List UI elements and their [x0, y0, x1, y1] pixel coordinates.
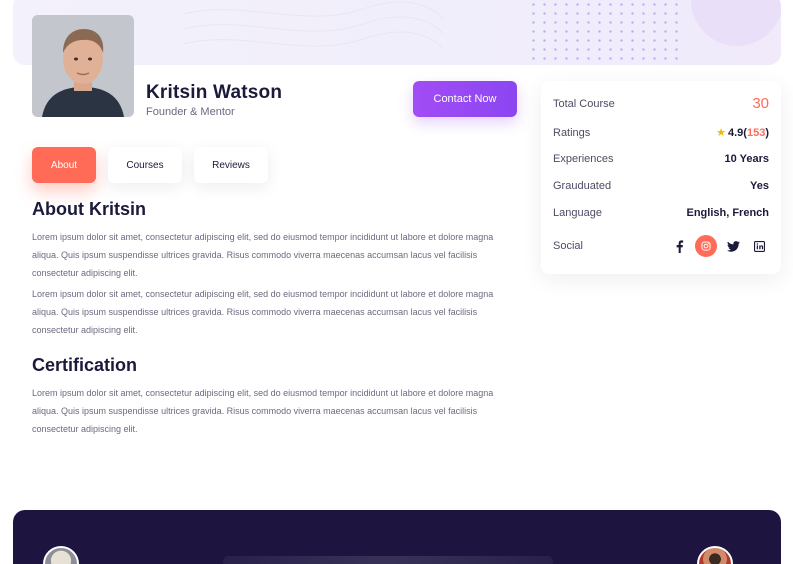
info-row-graduated: Grauduated Yes	[553, 180, 769, 192]
instructor-avatar	[32, 15, 134, 117]
linkedin-icon[interactable]	[749, 236, 769, 256]
ratings-label: Ratings	[553, 126, 591, 139]
contour-pattern	[183, 1, 443, 50]
instagram-icon[interactable]	[695, 235, 717, 257]
total-course-label: Total Course	[553, 97, 615, 110]
star-icon: ★	[716, 127, 726, 139]
certification-paragraph: Lorem ipsum dolor sit amet, consectetur …	[32, 388, 494, 434]
language-label: Language	[553, 207, 602, 219]
info-row-social: Social	[553, 235, 769, 257]
footer-avatar-right	[697, 546, 733, 564]
certification-title: Certification	[32, 355, 138, 375]
experiences-label: Experiences	[553, 153, 614, 165]
hero-circle-decoration	[691, 0, 781, 46]
tab-reviews[interactable]: Reviews	[194, 147, 268, 183]
twitter-icon[interactable]	[723, 236, 743, 256]
graduated-label: Grauduated	[553, 180, 612, 192]
footer-banner	[13, 510, 781, 564]
about-paragraph-1: Lorem ipsum dolor sit amet, consectetur …	[32, 232, 494, 278]
info-row-experiences: Experiences 10 Years	[553, 153, 769, 165]
experiences-value: 10 Years	[724, 153, 769, 165]
tab-about[interactable]: About	[32, 147, 96, 183]
footer-heading-cropped	[223, 556, 553, 564]
footer-avatar-left	[43, 546, 79, 564]
social-icons	[669, 235, 769, 257]
tab-courses[interactable]: Courses	[108, 147, 182, 183]
contact-now-button[interactable]: Contact Now	[413, 81, 517, 117]
about-paragraph-2: Lorem ipsum dolor sit amet, consectetur …	[32, 289, 494, 335]
dot-grid-decoration	[528, 0, 683, 60]
about-title: About Kritsin	[32, 199, 146, 219]
rating-paren-close: )	[765, 127, 769, 139]
info-row-language: Language English, French	[553, 207, 769, 219]
rating-score: 4.9	[728, 127, 744, 139]
graduated-value: Yes	[750, 180, 769, 192]
instructor-role: Founder & Mentor	[146, 106, 235, 118]
info-row-total-course: Total Course 30	[553, 95, 769, 112]
total-course-value: 30	[752, 95, 769, 112]
instructor-info-card: Total Course 30 Ratings ★ 4.9(153) Experi…	[541, 81, 781, 274]
info-row-ratings: Ratings ★ 4.9(153)	[553, 126, 769, 140]
rating-count: 153	[746, 127, 766, 139]
ratings-value: ★ 4.9(153)	[716, 126, 769, 139]
facebook-icon[interactable]	[669, 236, 689, 256]
avatar-portrait	[32, 15, 134, 117]
language-value: English, French	[686, 207, 769, 219]
instructor-name: Kritsin Watson	[146, 82, 283, 103]
social-label: Social	[553, 240, 583, 252]
